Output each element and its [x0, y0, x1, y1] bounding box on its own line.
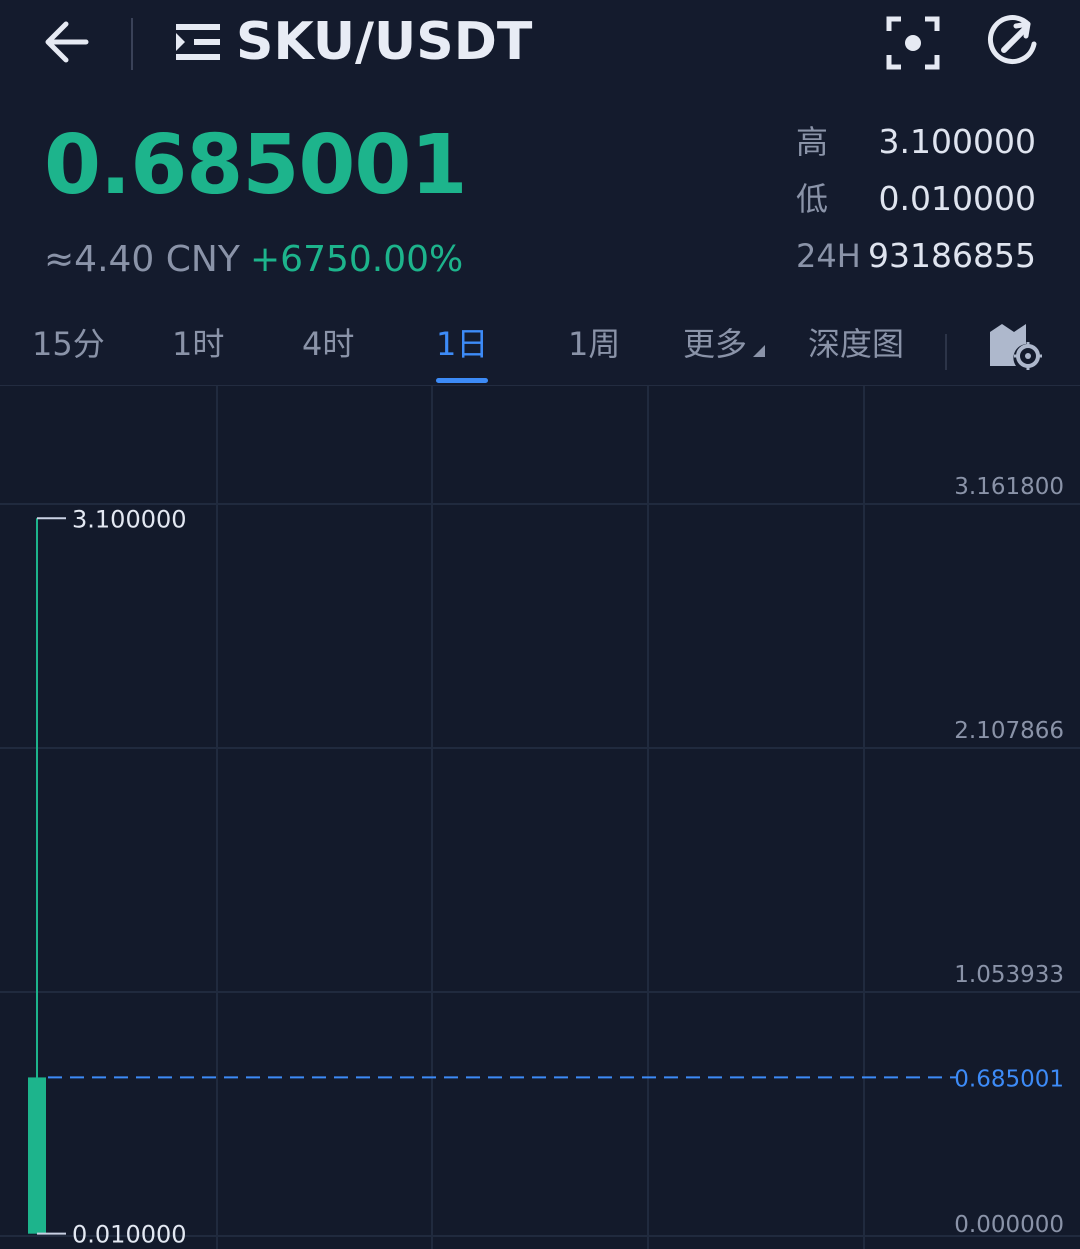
refresh-button[interactable]	[982, 12, 1042, 72]
app: SKU/USDT 0.685001 ≈4.40 CNY +6750.00% 高 …	[0, 0, 1080, 1249]
y-axis-tick-label: 0.000000	[954, 1212, 1064, 1238]
stat-label: 低	[796, 180, 829, 218]
y-axis-tick-label: 1.053933	[954, 962, 1064, 988]
tab-more[interactable]: 更多	[683, 322, 766, 366]
chart-settings-button[interactable]	[988, 320, 1042, 370]
price-cny: ≈4.40 CNY	[44, 239, 240, 280]
y-axis-tick-label: 2.107866	[954, 718, 1064, 744]
candle-body[interactable]	[28, 1077, 46, 1234]
stat-value: 3.100000	[878, 122, 1036, 161]
tab-1d[interactable]: 1日	[436, 322, 488, 366]
tab-1h[interactable]: 1时	[172, 322, 224, 366]
tab-depth-chart[interactable]: 深度图	[808, 322, 904, 366]
kline-chart-svg[interactable]: 3.161800 2.107866 1.053933 0.000000 0.685001…	[0, 386, 1080, 1249]
menu-button[interactable]	[172, 18, 224, 66]
scan-icon	[886, 16, 940, 70]
interval-tabs: 15分 1时 4时 1日 1周 更多 深度图	[0, 312, 1080, 386]
stat-value: 93186855	[868, 236, 1036, 275]
top-bar: SKU/USDT	[0, 0, 1080, 90]
y-axis-tick-label: 3.161800	[954, 474, 1064, 500]
stat-label: 高	[796, 123, 829, 161]
chart-settings-icon	[990, 324, 1042, 370]
active-tab-indicator	[436, 378, 488, 383]
tab-4h[interactable]: 4时	[302, 322, 354, 366]
stat-volume-24h: 24H 93186855	[796, 232, 1036, 289]
price-chart[interactable]: 3.161800 2.107866 1.053933 0.000000 0.685001…	[0, 386, 1080, 1249]
pair-title[interactable]: SKU/USDT	[236, 8, 532, 76]
current-price-label: 0.685001	[954, 1066, 1064, 1092]
header-divider	[131, 18, 133, 70]
low-marker-label: 0.010000	[72, 1221, 187, 1249]
stats-panel: 高 3.100000 低 0.010000 24H 93186855	[796, 118, 1036, 289]
tab-1w[interactable]: 1周	[568, 322, 620, 366]
scan-button[interactable]	[884, 14, 942, 72]
tab-15m[interactable]: 15分	[32, 322, 105, 366]
tab-more-label: 更多	[683, 325, 748, 363]
stat-value: 0.010000	[878, 179, 1036, 218]
last-price: 0.685001	[44, 118, 468, 213]
refresh-icon	[987, 15, 1037, 65]
back-arrow-icon	[45, 21, 89, 63]
price-change: +6750.00%	[250, 239, 464, 280]
menu-icon	[176, 24, 220, 60]
caret-down-icon	[753, 345, 766, 357]
tabs-divider	[945, 334, 947, 370]
high-marker-label: 3.100000	[72, 505, 187, 533]
stat-label: 24H	[796, 237, 861, 275]
back-button[interactable]	[36, 14, 96, 70]
stat-low: 低 0.010000	[796, 175, 1036, 232]
stat-high: 高 3.100000	[796, 118, 1036, 175]
